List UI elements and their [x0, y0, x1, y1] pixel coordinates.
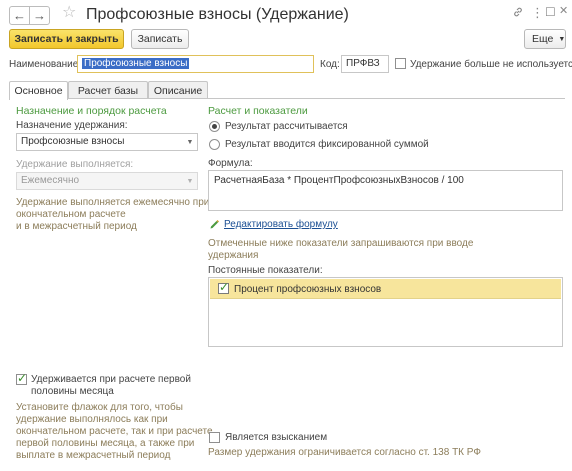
- checkmark-icon: ✓: [219, 280, 230, 294]
- chevron-down-icon: ▼: [186, 138, 194, 146]
- left-section-title: Назначение и порядок расчета: [16, 105, 167, 117]
- formula-field[interactable]: РасчетнаяБаза * ПроцентПрофсоюзныхВзносо…: [208, 170, 563, 211]
- maximize-icon[interactable]: ☐: [545, 6, 556, 18]
- radio-fixed-label: Результат вводится фиксированной суммой: [225, 139, 429, 150]
- close-icon[interactable]: ✕: [559, 6, 568, 17]
- list-item[interactable]: ✓ Процент профсоюзных взносов: [210, 279, 561, 299]
- link-icon[interactable]: [512, 6, 524, 21]
- more-vertical-icon[interactable]: ⋮: [531, 6, 544, 19]
- edit-formula-link[interactable]: Редактировать формулу: [224, 219, 338, 230]
- first-half-hint-5: выплате в межрасчетный период: [16, 450, 171, 461]
- indicator-label: Процент профсоюзных взносов: [234, 284, 382, 295]
- save-and-close-button[interactable]: Записать и закрыть: [9, 29, 124, 49]
- arrow-left-icon: ←: [13, 8, 26, 23]
- first-half-hint-4: первой половины месяца, а также при: [16, 438, 195, 449]
- right-section-title: Расчет и показатели: [208, 105, 308, 117]
- purpose-label: Назначение удержания:: [16, 120, 128, 131]
- radio-calculated-label: Результат рассчитывается: [225, 121, 348, 132]
- indicators-hint-1: Отмеченные ниже показатели запрашиваются…: [208, 238, 474, 249]
- first-half-hint-2: удержание выполнялось как при: [16, 414, 168, 425]
- performed-hint-3: и в межрасчетный период: [16, 221, 137, 232]
- tab-divider: [9, 98, 565, 99]
- purpose-select[interactable]: Профсоюзные взносы ▼: [16, 133, 198, 151]
- performed-value: Ежемесячно: [21, 175, 80, 186]
- code-label: Код:: [320, 59, 340, 70]
- indicators-hint-2: удержания: [208, 250, 259, 261]
- unused-label: Удержание больше не используется: [410, 59, 572, 70]
- more-button[interactable]: Еще ▼: [524, 29, 566, 49]
- first-half-label-2: половины месяца: [31, 386, 114, 397]
- recovery-checkbox[interactable]: [209, 432, 220, 443]
- save-button[interactable]: Записать: [131, 29, 189, 49]
- recovery-label: Является взысканием: [225, 432, 328, 443]
- checkmark-icon: ✓: [17, 371, 28, 385]
- limit-hint: Размер удержания ограничивается согласно…: [208, 447, 481, 458]
- unused-checkbox[interactable]: [395, 58, 406, 69]
- favorite-star-icon[interactable]: ☆: [62, 5, 76, 21]
- name-label: Наименование:: [9, 59, 82, 70]
- tab-description[interactable]: Описание: [148, 81, 208, 99]
- name-value: Профсоюзные взносы: [82, 58, 190, 69]
- performed-label: Удержание выполняется:: [16, 159, 134, 170]
- back-button[interactable]: ←: [9, 6, 30, 25]
- more-label: Еще: [532, 33, 554, 45]
- page-title: Профсоюзные взносы (Удержание): [86, 6, 349, 23]
- radio-fixed[interactable]: [209, 139, 220, 150]
- active-tab-gap: [10, 98, 67, 100]
- first-half-label-1: Удерживается при расчете первой: [31, 374, 191, 385]
- first-half-hint-1: Установите флажок для того, чтобы: [16, 402, 183, 413]
- radio-calculated[interactable]: [209, 121, 220, 132]
- performed-hint-2: окончательном расчете: [16, 209, 126, 220]
- first-half-hint-3: окончательном расчете, так и при расчете: [16, 426, 213, 437]
- name-input[interactable]: Профсоюзные взносы: [77, 55, 314, 73]
- permanent-indicators-label: Постоянные показатели:: [208, 265, 323, 276]
- pencil-icon: [209, 219, 220, 230]
- forward-button[interactable]: →: [29, 6, 50, 25]
- indicators-list[interactable]: ✓ Процент профсоюзных взносов: [208, 277, 563, 347]
- tab-base-calculation[interactable]: Расчет базы: [68, 81, 148, 99]
- performed-hint-1: Удержание выполняется ежемесячно при: [16, 197, 210, 208]
- code-input[interactable]: ПРФВЗ: [341, 55, 389, 73]
- performed-select: Ежемесячно ▼: [16, 172, 198, 190]
- formula-label: Формула:: [208, 158, 253, 169]
- chevron-down-icon: ▼: [558, 35, 566, 43]
- arrow-right-icon: →: [33, 8, 46, 23]
- purpose-value: Профсоюзные взносы: [21, 136, 125, 147]
- chevron-down-icon: ▼: [186, 177, 194, 185]
